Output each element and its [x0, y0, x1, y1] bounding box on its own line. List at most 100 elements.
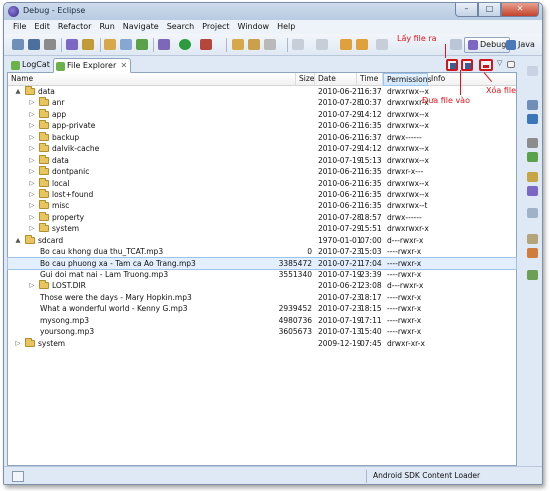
expand-arrow-icon[interactable]: ▷	[28, 280, 36, 291]
file-row[interactable]: mysong.mp3 4980736 2010-07-19 17:11 ----rwxr…	[8, 315, 516, 326]
new-package-icon[interactable]	[136, 39, 148, 50]
file-row[interactable]: Bo cau khong dua thu_TCAT.mp3 0 2010-07-23…	[8, 246, 516, 257]
open-type-icon[interactable]	[104, 39, 116, 50]
outline-view-icon[interactable]	[527, 100, 538, 110]
tab-file-explorer[interactable]: File Explorer ✕	[53, 58, 132, 73]
pen-icon[interactable]	[264, 39, 276, 50]
tab-logcat[interactable]: LogCat	[9, 58, 50, 73]
file-row[interactable]: yoursong.mp3 3605673 2010-07-13 15:40 ----rw…	[8, 326, 516, 337]
perspective-java[interactable]: Java	[502, 37, 539, 53]
row-date: 2010-07-29	[318, 224, 362, 234]
new-class-icon[interactable]	[120, 39, 132, 50]
emulator-control-icon[interactable]	[527, 208, 538, 218]
expand-arrow-icon[interactable]: ▷	[28, 200, 36, 211]
expand-arrow-icon[interactable]: ▷	[28, 143, 36, 154]
expand-arrow-icon[interactable]: ▷	[28, 166, 36, 177]
minimize-button[interactable]: –	[455, 3, 478, 17]
file-row[interactable]: What a wonderful world - Kenny G.mp3 2939…	[8, 303, 516, 314]
annotation-pull-arrow	[445, 44, 446, 58]
next-annotation-icon[interactable]	[292, 39, 304, 50]
column-time[interactable]: Time	[357, 73, 383, 86]
folder-row[interactable]: ▲ sdcard 1970-01-01 07:00 d---rwxr-x	[8, 234, 516, 246]
external-tools-icon[interactable]	[200, 39, 212, 50]
close-window-button[interactable]: ✕	[501, 3, 539, 17]
expand-arrow-icon[interactable]: ▷	[28, 109, 36, 120]
delete-file-button[interactable]	[479, 59, 493, 71]
row-permissions: ----rwxr-x	[387, 258, 422, 268]
restore-icon[interactable]	[527, 66, 538, 76]
save-icon[interactable]	[28, 39, 40, 50]
folder-row[interactable]: ▷ system 2010-07-29 15:51 drwxrwxr-x	[8, 223, 516, 234]
open-resource-icon[interactable]	[248, 39, 260, 50]
folder-row[interactable]: ▷ LOST.DIR 2010-06-21 23:08 d---rwxr-x	[8, 280, 516, 291]
console-view-icon[interactable]	[527, 138, 538, 148]
collapse-arrow-icon[interactable]: ▲	[14, 235, 22, 246]
menu-edit[interactable]: Edit	[30, 20, 54, 34]
back-icon[interactable]	[340, 39, 352, 50]
run-icon[interactable]	[179, 39, 191, 50]
row-date: 2010-07-28	[318, 212, 362, 222]
fast-view-icon[interactable]	[12, 471, 24, 482]
expand-arrow-icon[interactable]: ▷	[28, 155, 36, 166]
expand-arrow-icon[interactable]: ▷	[28, 212, 36, 223]
folder-row[interactable]: ▷ data 2010-07-19 15:13 drwxrwx--x	[8, 154, 516, 166]
menu-search[interactable]: Search	[163, 20, 198, 34]
menu-refactor[interactable]: Refactor	[54, 20, 96, 34]
menu-project[interactable]: Project	[198, 20, 233, 34]
expand-arrow-icon[interactable]: ▷	[28, 223, 36, 234]
problems-view-icon[interactable]	[527, 234, 538, 244]
expand-arrow-icon[interactable]: ▷	[14, 338, 22, 349]
file-row[interactable]: Bo cau phuong xa - Tam ca Ao Trang.mp3 33…	[7, 256, 517, 271]
expand-arrow-icon[interactable]: ▷	[28, 189, 36, 200]
menu-run[interactable]: Run	[95, 20, 118, 34]
folder-icon	[25, 337, 35, 347]
collapse-arrow-icon[interactable]: ▲	[14, 86, 22, 97]
open-folder-icon[interactable]	[232, 39, 244, 50]
nav-dropdown-icon[interactable]	[376, 39, 388, 50]
maximize-button[interactable]: □	[478, 3, 501, 17]
expand-arrow-icon[interactable]: ▷	[28, 178, 36, 189]
menu-file[interactable]: File	[9, 20, 30, 34]
expand-arrow-icon[interactable]: ▷	[28, 132, 36, 143]
folder-row[interactable]: ▷ system 2009-12-19 07:45 drwxr-xr-x	[8, 337, 516, 349]
folder-row[interactable]: ▷ dontpanic 2010-06-21 16:35 drwxr-x---	[8, 166, 516, 177]
tasks-view-icon[interactable]	[527, 248, 538, 258]
new-icon[interactable]	[12, 39, 24, 50]
menu-window[interactable]: Window	[234, 20, 274, 34]
pull-file-button[interactable]	[446, 59, 458, 71]
column-date[interactable]: Date	[315, 73, 357, 86]
folder-row[interactable]: ▷ dalvik-cache 2010-07-29 14:12 drwxrwx--x	[8, 143, 516, 154]
column-size[interactable]: Size	[296, 73, 315, 86]
expand-arrow-icon[interactable]: ▷	[28, 120, 36, 131]
folder-row[interactable]: ▷ property 2010-07-28 18:57 drwx------	[8, 211, 516, 223]
variables-view-icon[interactable]	[527, 114, 538, 124]
prev-annotation-icon[interactable]	[316, 39, 328, 50]
forward-icon[interactable]	[356, 39, 368, 50]
file-row[interactable]: Gui doi mat nai - Lam Truong.mp3 3551340 2…	[8, 269, 516, 280]
minimize-view-icon[interactable]	[507, 61, 515, 68]
push-file-button[interactable]	[461, 59, 473, 71]
folder-row[interactable]: ▷ lost+found 2010-06-21 16:35 drwxrwx--x	[8, 188, 516, 200]
expand-arrow-icon[interactable]: ▷	[28, 97, 36, 108]
threads-view-icon[interactable]	[527, 186, 538, 196]
folder-row[interactable]: ▷ backup 2010-06-21 16:37 drwx------	[8, 131, 516, 143]
open-perspective-icon[interactable]	[450, 39, 462, 50]
menu-help[interactable]: Help	[273, 20, 299, 34]
folder-row[interactable]: ▷ misc 2010-06-21 16:35 drwxrwx--t	[8, 200, 516, 211]
devices-view-icon[interactable]	[527, 152, 538, 162]
heap-view-icon[interactable]	[527, 172, 538, 182]
menu-navigate[interactable]: Navigate	[119, 20, 163, 34]
folder-row[interactable]: ▷ app 2010-07-29 14:12 drwxrwx--x	[8, 108, 516, 120]
column-name[interactable]: Name	[8, 73, 296, 86]
column-permissions[interactable]: Permissions	[383, 73, 431, 86]
debug-config-icon[interactable]	[66, 39, 78, 50]
close-tab-icon[interactable]: ✕	[121, 59, 128, 73]
file-row[interactable]: Those were the days - Mary Hopkin.mp3 201…	[8, 292, 516, 303]
folder-row[interactable]: ▷ local 2010-06-21 16:35 drwxrwx--x	[8, 177, 516, 189]
debug-icon[interactable]	[158, 39, 170, 50]
search-view-icon[interactable]	[527, 270, 538, 280]
column-info[interactable]: Info	[428, 73, 518, 86]
folder-row[interactable]: ▷ app-private 2010-06-21 16:35 drwxrwx--x	[8, 120, 516, 131]
print-icon[interactable]	[44, 39, 56, 50]
package-icon[interactable]	[82, 39, 94, 50]
